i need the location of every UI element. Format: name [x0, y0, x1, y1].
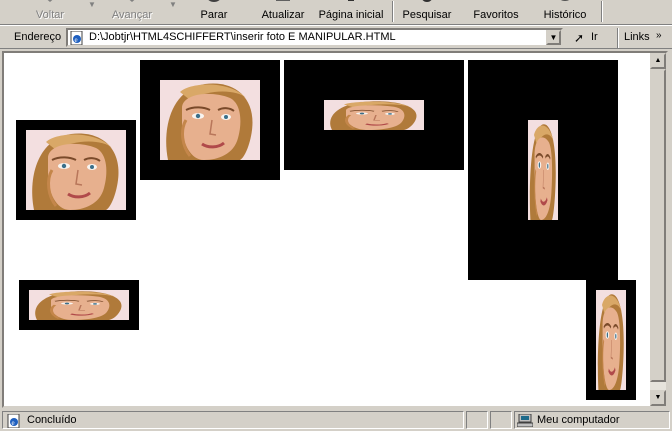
portrait-photo-narrow	[528, 120, 558, 220]
refresh-icon	[276, 0, 290, 1]
svg-text:e: e	[75, 36, 78, 44]
search-icon	[422, 0, 432, 2]
scroll-up-button[interactable]: ▲	[650, 53, 666, 69]
computer-icon	[517, 414, 533, 427]
status-pane-main: e Concluído	[2, 411, 464, 429]
scrollbar-thumb[interactable]	[650, 69, 666, 382]
home-button[interactable]: Página inicial	[316, 0, 386, 24]
portrait-photo	[160, 80, 260, 160]
scroll-down-button[interactable]: ▼	[650, 390, 666, 406]
portrait-photo-squashed	[29, 290, 129, 320]
vertical-scrollbar[interactable]: ▲ ▼	[650, 53, 666, 406]
svg-text:e: e	[12, 419, 15, 427]
back-button[interactable]: Voltar	[22, 0, 78, 24]
forward-label: Avançar	[111, 9, 153, 21]
portrait-photo	[26, 130, 126, 210]
arrow-down-icon: ▼	[654, 394, 662, 401]
favorites-icon	[487, 0, 505, 6]
arrow-up-icon: ▲	[654, 57, 662, 64]
back-label: Voltar	[35, 9, 65, 21]
photo-frame	[468, 60, 618, 280]
history-icon	[560, 0, 570, 1]
status-pane-empty	[466, 411, 488, 429]
go-arrow-icon: ➚	[574, 31, 585, 45]
toolbar-separator	[392, 1, 394, 22]
photo-frame	[19, 280, 139, 330]
go-button[interactable]: ➚ Ir	[570, 29, 614, 47]
home-label: Página inicial	[318, 9, 384, 21]
status-pane-empty	[490, 411, 512, 429]
photo-frame	[140, 60, 280, 180]
favorites-button[interactable]: Favoritos	[466, 0, 526, 24]
ie-page-icon: e	[70, 31, 83, 45]
search-label: Pesquisar	[402, 9, 452, 21]
links-button[interactable]: Links	[624, 31, 650, 43]
search-button[interactable]: Pesquisar	[399, 0, 455, 24]
stop-label: Parar	[200, 9, 228, 21]
go-label: Ir	[591, 31, 598, 43]
toolbar-separator	[601, 1, 603, 22]
photo-frame	[586, 280, 636, 400]
back-dropdown-icon[interactable]: ▼	[88, 0, 98, 10]
forward-button[interactable]: Avançar	[100, 0, 164, 24]
portrait-photo-squashed	[324, 100, 424, 130]
status-bar: e Concluído Meu computador	[0, 410, 672, 431]
back-arrow-icon	[47, 0, 53, 2]
refresh-label: Atualizar	[261, 9, 305, 21]
standard-toolbar: Voltar ▼ Avançar ▼ Parar Atualizar Págin…	[0, 0, 672, 25]
history-label: Histórico	[543, 9, 587, 21]
address-input[interactable]: e D:\Jobtjr\HTML4SCHIFFERT\inserir foto …	[66, 28, 563, 47]
refresh-button[interactable]: Atualizar	[256, 0, 310, 24]
favorites-label: Favoritos	[473, 9, 519, 21]
forward-dropdown-icon[interactable]: ▼	[169, 0, 179, 10]
forward-arrow-icon	[129, 0, 135, 2]
history-button[interactable]: Histórico	[536, 0, 594, 24]
stop-icon	[208, 0, 220, 2]
photo-frame	[284, 60, 464, 170]
address-dropdown-button[interactable]: ▼	[546, 30, 561, 45]
zone-text: Meu computador	[537, 414, 620, 426]
status-pane-zone: Meu computador	[514, 411, 670, 429]
chevron-right-icon[interactable]: »	[656, 30, 662, 41]
ie-page-icon: e	[7, 414, 20, 428]
page-viewport: ▲ ▼	[2, 51, 668, 408]
address-label: Endereço	[14, 31, 62, 43]
home-icon	[348, 0, 354, 1]
photo-frame	[16, 120, 136, 220]
links-separator	[617, 28, 619, 48]
address-bar: Endereço e D:\Jobtjr\HTML4SCHIFFERT\inse…	[0, 25, 672, 49]
status-text: Concluído	[27, 414, 77, 426]
page-content	[4, 53, 651, 406]
chevron-down-icon: ▼	[549, 33, 558, 42]
address-url: D:\Jobtjr\HTML4SCHIFFERT\inserir foto E …	[89, 31, 396, 43]
portrait-photo-narrow	[596, 290, 626, 390]
stop-button[interactable]: Parar	[190, 0, 238, 24]
